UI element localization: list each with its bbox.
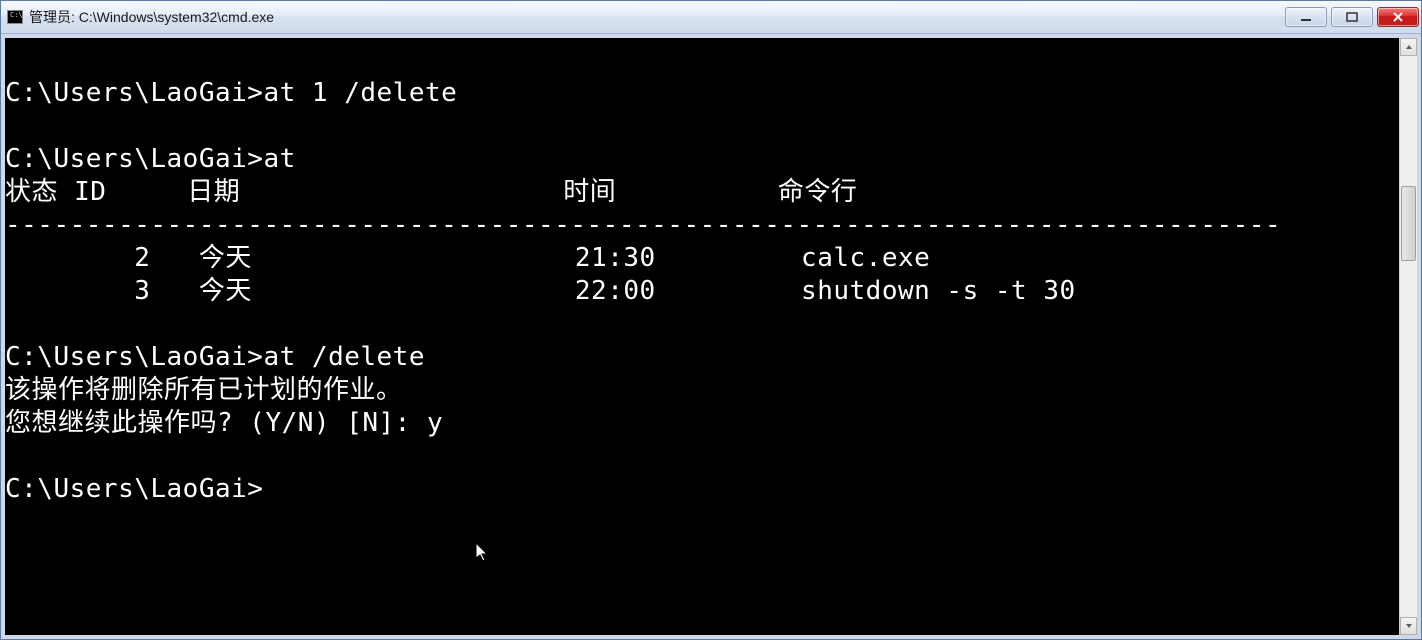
vertical-scrollbar[interactable]	[1399, 38, 1417, 635]
close-button[interactable]	[1377, 7, 1419, 27]
cmd-icon-text: C:\	[10, 12, 23, 19]
cmd-window: C:\ 管理员: C:\Windows\system32\cmd.exe C:\	[0, 0, 1422, 640]
chevron-up-icon	[1405, 44, 1413, 50]
window-controls	[1281, 7, 1419, 27]
maximize-button[interactable]	[1331, 7, 1373, 27]
terminal-output[interactable]: C:\Users\LaoGai>at 1 /delete C:\Users\La…	[5, 38, 1399, 635]
client-area: C:\Users\LaoGai>at 1 /delete C:\Users\La…	[1, 34, 1421, 639]
window-title: 管理员: C:\Windows\system32\cmd.exe	[29, 7, 1281, 27]
scroll-down-button[interactable]	[1400, 617, 1417, 635]
cmd-icon: C:\	[7, 10, 23, 24]
chevron-down-icon	[1405, 623, 1413, 629]
maximize-icon	[1346, 12, 1358, 22]
scroll-track[interactable]	[1400, 56, 1417, 617]
minimize-button[interactable]	[1285, 7, 1327, 27]
scroll-thumb[interactable]	[1401, 186, 1416, 261]
scroll-up-button[interactable]	[1400, 38, 1417, 56]
minimize-icon	[1300, 12, 1312, 22]
close-icon	[1392, 12, 1404, 22]
titlebar[interactable]: C:\ 管理员: C:\Windows\system32\cmd.exe	[1, 1, 1421, 34]
